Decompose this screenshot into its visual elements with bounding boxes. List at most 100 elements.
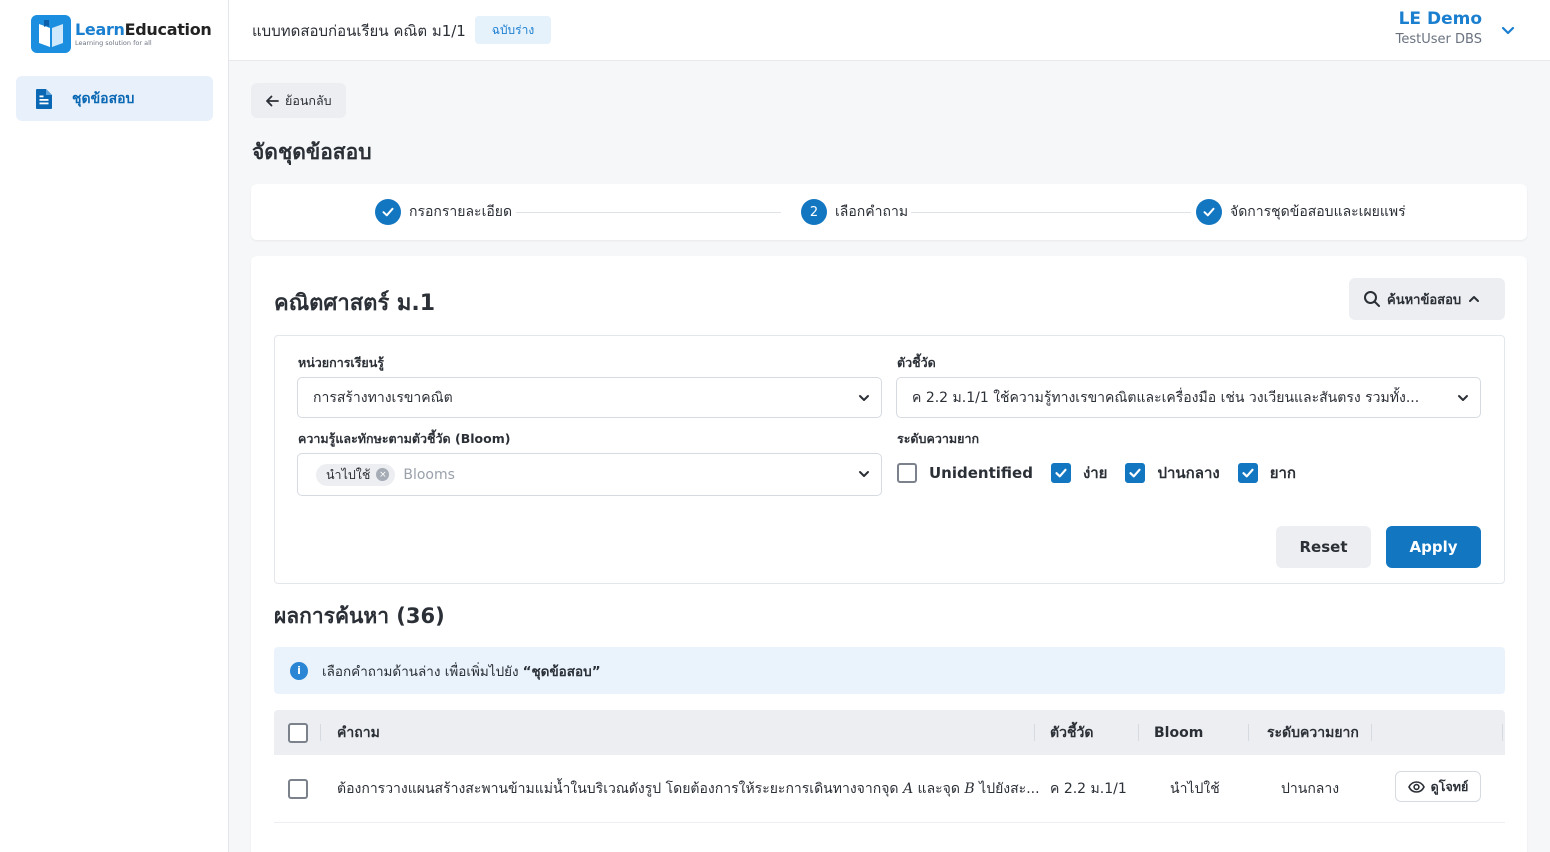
brand-tagline: Learning solution for all <box>75 39 152 47</box>
question-search-card: คณิตศาสตร์ ม.1 ค้นหาข้อสอบ หน่วยการเรียน… <box>251 256 1527 852</box>
checkbox-checked[interactable] <box>1237 463 1258 483</box>
status-badge: ฉบับร่าง <box>475 16 551 44</box>
table-header: คำถาม ตัวชี้วัด Bloom ระดับความยาก <box>274 710 1505 755</box>
difficulty-hard[interactable]: ยาก <box>1237 461 1297 485</box>
step-number: 2 <box>801 199 827 225</box>
question-part: และจุด <box>917 780 960 797</box>
sidebar-item-exam-sets[interactable]: ชุดข้อสอบ <box>16 76 213 121</box>
difficulty-unidentified[interactable]: Unidentified <box>897 463 1033 483</box>
check-icon <box>1055 468 1067 478</box>
step-connector <box>516 212 781 213</box>
question-text: ต้องการวางแผนสร้างสะพานข้ามแม่น้ำในบริเว… <box>337 755 1040 822</box>
col-indicator[interactable]: ตัวชี้วัด <box>1050 710 1093 755</box>
results-table: คำถาม ตัวชี้วัด Bloom ระดับความยาก ต้องก… <box>274 710 1505 823</box>
difficulty-options: Unidentified ง่าย ปานกลาง ยาก <box>897 461 1314 485</box>
search-toggle-label: ค้นหาข้อสอบ <box>1387 292 1462 308</box>
checkbox-checked[interactable] <box>1050 463 1071 483</box>
check-icon <box>1242 468 1254 478</box>
apply-button[interactable]: Apply <box>1386 526 1481 568</box>
sidebar-item-label: ชุดข้อสอบ <box>72 90 135 107</box>
document-icon <box>36 88 52 109</box>
step-connector <box>911 212 1191 213</box>
search-toggle-button[interactable]: ค้นหาข้อสอบ <box>1349 278 1505 320</box>
arrow-left-icon <box>266 95 279 106</box>
bloom-select[interactable]: นำไปใช้ × Blooms <box>297 453 882 496</box>
chevron-down-icon[interactable] <box>1500 22 1516 38</box>
col-difficulty[interactable]: ระดับความยาก <box>1267 710 1359 755</box>
filter-panel: หน่วยการเรียนรู้ การสร้างทางเรขาคณิต ตัว… <box>274 335 1505 584</box>
bloom-chip[interactable]: นำไปใช้ × <box>316 463 396 486</box>
info-icon: i <box>290 661 308 680</box>
option-label: ปานกลาง <box>1157 464 1220 482</box>
row-indicator: ค 2.2 ม.1/1 <box>1050 780 1127 797</box>
chevron-down-icon <box>859 471 869 477</box>
option-label: ง่าย <box>1082 464 1108 482</box>
indicator-value: ค 2.2 ม.1/1 ใช้ความรู้ทางเรขาคณิตและเครื… <box>912 389 1420 406</box>
results-title: ผลการค้นหา (36) <box>274 604 445 628</box>
reset-button[interactable]: Reset <box>1276 526 1371 568</box>
brand-learn: Learn <box>75 20 125 39</box>
indicator-select[interactable]: ค 2.2 ม.1/1 ใช้ความรู้ทางเรขาคณิตและเครื… <box>896 377 1481 418</box>
indicator-label: ตัวชี้วัด <box>897 355 936 370</box>
page-title: จัดชุดข้อสอบ <box>252 140 372 164</box>
table-row[interactable]: ต้องการวางแผนสร้างสะพานข้ามแม่น้ำในบริเว… <box>274 755 1505 823</box>
column-divider <box>1034 724 1035 741</box>
exam-title: แบบทดสอบก่อนเรียน คณิต ม1/1 <box>252 22 466 40</box>
column-divider <box>320 724 321 741</box>
difficulty-label: ระดับความยาก <box>897 431 980 446</box>
chevron-down-icon <box>1458 395 1468 401</box>
logo[interactable]: LearnEducation Learning solution for all <box>31 14 212 54</box>
question-part: ต้องการวางแผนสร้างสะพานข้ามแม่น้ำในบริเว… <box>337 780 899 797</box>
difficulty-medium[interactable]: ปานกลาง <box>1125 461 1220 485</box>
column-divider <box>1371 724 1372 741</box>
column-divider <box>1138 724 1139 741</box>
eye-icon <box>1407 780 1425 793</box>
view-label: ดูโจทย์ <box>1430 778 1469 794</box>
step-select-questions[interactable]: 2 เลือกคำถาม <box>801 199 908 225</box>
close-icon[interactable]: × <box>376 468 390 481</box>
math-var: B <box>964 780 975 797</box>
step-details[interactable]: กรอกรายละเอียด <box>375 199 512 225</box>
info-target: “ชุดข้อสอบ” <box>522 663 601 680</box>
info-text: เลือกคำถามด้านล่าง เพื่อเพิ่มไปยัง <box>322 663 519 680</box>
row-checkbox[interactable] <box>288 778 308 799</box>
bloom-chip-label: นำไปใช้ <box>326 466 371 482</box>
option-label: ยาก <box>1269 464 1297 482</box>
option-label: Unidentified <box>929 464 1033 482</box>
stepper: กรอกรายละเอียด 2 เลือกคำถาม จัดการชุดข้อ… <box>251 184 1527 240</box>
column-divider <box>1502 724 1503 741</box>
step-manage-publish[interactable]: จัดการชุดข้อสอบและเผยแพร่ <box>1196 199 1406 225</box>
step-label: จัดการชุดข้อสอบและเผยแพร่ <box>1230 204 1406 220</box>
user-subtitle: TestUser DBS <box>1395 32 1482 47</box>
step-label: กรอกรายละเอียด <box>409 204 513 220</box>
view-question-button[interactable]: ดูโจทย์ <box>1395 771 1481 802</box>
difficulty-easy[interactable]: ง่าย <box>1050 461 1108 485</box>
row-difficulty: ปานกลาง <box>1281 780 1340 797</box>
unit-select[interactable]: การสร้างทางเรขาคณิต <box>297 377 882 418</box>
step-label: เลือกคำถาม <box>835 204 909 220</box>
checkbox-checked[interactable] <box>1125 463 1146 483</box>
col-bloom[interactable]: Bloom <box>1154 710 1203 755</box>
user-name: LE Demo <box>1398 9 1482 29</box>
sidebar: LearnEducation Learning solution for all… <box>0 0 229 852</box>
check-icon <box>1196 199 1222 225</box>
col-question[interactable]: คำถาม <box>337 710 380 755</box>
bloom-placeholder: Blooms <box>403 466 455 483</box>
chevron-up-icon <box>1469 296 1480 302</box>
top-header: แบบทดสอบก่อนเรียน คณิต ม1/1 ฉบับร่าง LE … <box>229 0 1550 61</box>
user-menu[interactable]: LE Demo TestUser DBS <box>1396 9 1482 47</box>
search-icon <box>1364 291 1380 307</box>
info-banner: i เลือกคำถามด้านล่าง เพื่อเพิ่มไปยัง “ชุ… <box>274 647 1505 694</box>
back-label: ย้อนกลับ <box>285 92 332 108</box>
check-icon <box>375 199 401 225</box>
select-all-checkbox[interactable] <box>288 722 308 743</box>
bloom-label: ความรู้และทักษะตามตัวชี้วัด (Bloom) <box>298 431 511 446</box>
subject-title: คณิตศาสตร์ ม.1 <box>274 291 436 316</box>
math-var: A <box>902 780 914 797</box>
back-button[interactable]: ย้อนกลับ <box>251 83 346 118</box>
book-logo-icon <box>31 14 71 54</box>
brand-education: Education <box>124 20 212 39</box>
unit-label: หน่วยการเรียนรู้ <box>298 355 384 370</box>
checkbox[interactable] <box>897 463 917 483</box>
unit-value: การสร้างทางเรขาคณิต <box>313 389 453 406</box>
